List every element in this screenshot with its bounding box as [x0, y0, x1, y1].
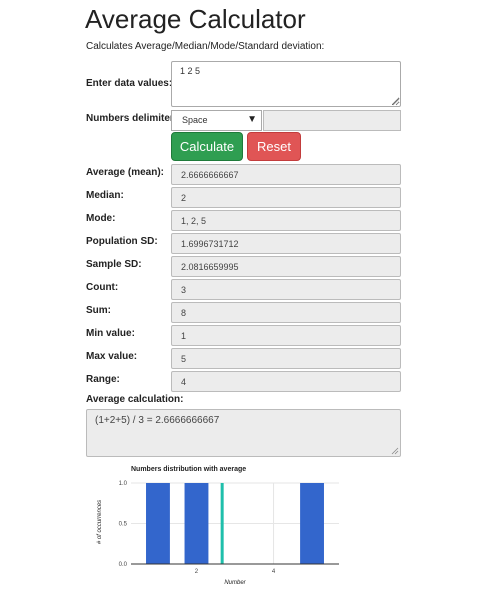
population-sd-label: Population SD: — [86, 236, 158, 247]
median-output[interactable]: 2 — [171, 187, 401, 208]
chart-y-tick-label: 0.0 — [119, 562, 128, 568]
delimiter-select[interactable]: Space ▼ — [171, 110, 262, 131]
mode-output[interactable]: 1, 2, 5 — [171, 210, 401, 231]
population-sd-output[interactable]: 1.6996731712 — [171, 233, 401, 254]
page-title: Average Calculator — [85, 4, 306, 34]
sum-output[interactable]: 8 — [171, 302, 401, 323]
chart-bar — [300, 483, 324, 564]
data-values-label: Enter data values: — [86, 78, 173, 89]
data-values-input[interactable] — [171, 61, 401, 107]
dropdown-arrow-icon: ▼ — [247, 114, 257, 125]
calculate-button[interactable]: Calculate — [171, 132, 243, 161]
average-output[interactable]: 2.6666666667 — [171, 164, 401, 185]
min-value-label: Min value: — [86, 328, 135, 339]
chart-x-axis-label: Number — [224, 580, 246, 586]
custom-delimiter-input[interactable] — [263, 110, 401, 131]
max-value-output[interactable]: 5 — [171, 348, 401, 369]
delimiter-selected-value: Space — [182, 115, 208, 125]
resize-grip-icon[interactable] — [391, 447, 399, 455]
chart-x-tick-label: 4 — [272, 569, 276, 575]
delimiter-label: Numbers delimiter: — [86, 113, 178, 124]
chart-y-axis-label: # of occurrences — [97, 500, 103, 544]
sample-sd-label: Sample SD: — [86, 259, 142, 270]
distribution-chart: Numbers distribution with average 0.0 0.5… — [97, 466, 339, 586]
chart-y-tick-label: 1.0 — [119, 481, 128, 487]
range-output[interactable]: 4 — [171, 371, 401, 392]
average-calculation-label: Average calculation: — [86, 394, 184, 405]
chart-bar — [184, 483, 209, 564]
average-calculation-text: (1+2+5) / 3 = 2.6666666667 — [95, 415, 220, 426]
chart-bar — [146, 483, 170, 564]
page-subtitle: Calculates Average/Median/Mode/Standard … — [86, 41, 325, 52]
chart-average-marker — [220, 483, 224, 564]
chart-average-line — [220, 483, 224, 564]
mode-label: Mode: — [86, 213, 116, 224]
max-value-label: Max value: — [86, 351, 138, 362]
average-label: Average (mean): — [86, 167, 164, 178]
range-label: Range: — [86, 374, 120, 385]
count-output[interactable]: 3 — [171, 279, 401, 300]
sample-sd-output[interactable]: 2.0816659995 — [171, 256, 401, 277]
sum-label: Sum: — [86, 305, 111, 316]
average-calculation-output[interactable]: (1+2+5) / 3 = 2.6666666667 — [86, 409, 401, 457]
chart-title: Numbers distribution with average — [131, 466, 246, 473]
count-label: Count: — [86, 282, 119, 293]
chart-y-tick-label: 0.5 — [119, 522, 128, 528]
median-label: Median: — [86, 190, 124, 201]
reset-button[interactable]: Reset — [247, 132, 301, 161]
min-value-output[interactable]: 1 — [171, 325, 401, 346]
chart-x-tick-label: 2 — [195, 569, 199, 575]
